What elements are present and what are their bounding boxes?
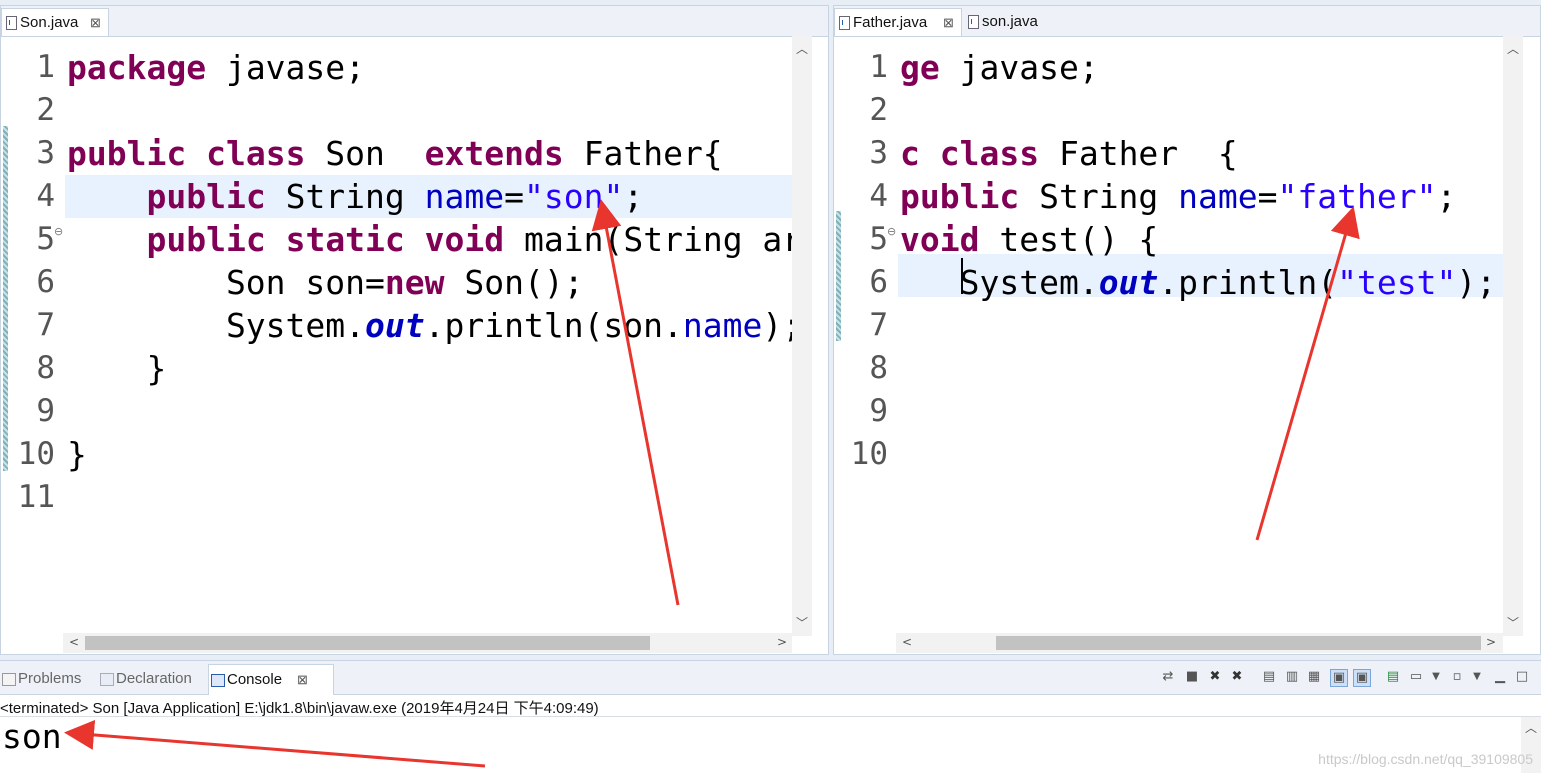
arrow-to-son-string (591, 199, 680, 606)
arrow-to-console-output (64, 719, 486, 768)
annotation-overlay (64, 199, 1360, 768)
arrow-to-father-string (1255, 206, 1360, 541)
